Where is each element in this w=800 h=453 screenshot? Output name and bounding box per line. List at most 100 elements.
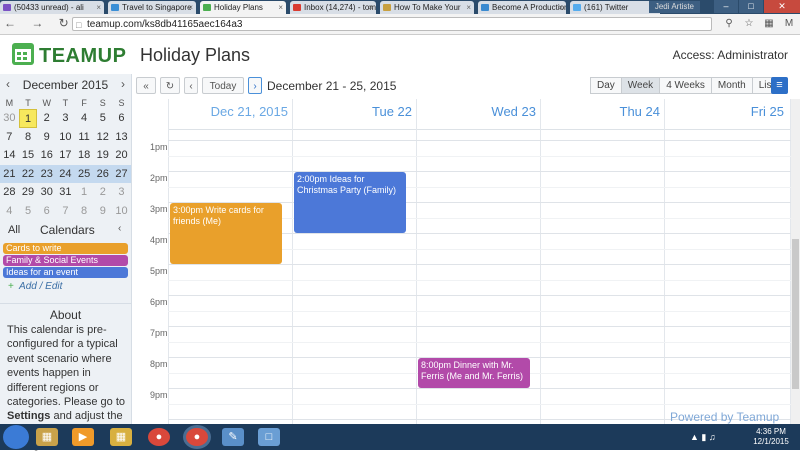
mini-cal-day[interactable]: 29 (19, 183, 38, 202)
calendar-scrollbar[interactable] (791, 99, 800, 434)
browser-tab[interactable]: How To Make Your × (380, 1, 474, 14)
file-explorer-icon[interactable]: ▦ (36, 428, 58, 446)
view-button-month[interactable]: Month (710, 77, 753, 94)
extension-icon[interactable]: ▦ (762, 17, 776, 31)
mini-cal-day[interactable]: 13 (112, 128, 131, 147)
calendar-event[interactable]: 8:00pm Dinner with Mr. Ferris (Me and Mr… (418, 358, 530, 388)
day-header[interactable]: Wed 23 (418, 104, 536, 119)
system-tray-icons[interactable]: ▲ ▮ ♫ (690, 432, 716, 443)
mini-cal-day[interactable]: 30 (0, 109, 19, 128)
mini-cal-day[interactable]: 20 (112, 146, 131, 165)
zoom-icon[interactable]: ⚲ (722, 17, 736, 31)
view-button-day[interactable]: Day (590, 77, 622, 94)
menu-button[interactable]: ≡ (771, 77, 788, 94)
mini-cal-day[interactable]: 2 (93, 183, 112, 202)
mini-cal-day[interactable]: 6 (112, 109, 131, 128)
browser-tab[interactable]: (50433 unread) - ali × (0, 1, 104, 14)
mini-cal-day[interactable]: 6 (37, 202, 56, 221)
browser-user-chip[interactable]: Jedi Artiste (648, 1, 700, 13)
minimize-button[interactable]: – (714, 0, 738, 13)
calendar-item[interactable]: Ideas for an event (3, 267, 128, 278)
day-header[interactable]: Dec 21, 2015 (170, 104, 288, 119)
mini-cal-day[interactable]: 17 (56, 146, 75, 165)
calendar-event[interactable]: 2:00pm Ideas for Christmas Party (Family… (294, 172, 406, 233)
tab-close-icon[interactable]: × (368, 1, 373, 14)
url-input[interactable]: □ teamup.com/ks8db41165aec164a3 (72, 17, 712, 31)
mini-cal-day[interactable]: 5 (93, 109, 112, 128)
mini-cal-day[interactable]: 26 (93, 165, 112, 184)
mini-cal-day[interactable]: 9 (93, 202, 112, 221)
bookmark-star-icon[interactable]: ☆ (742, 17, 756, 31)
mini-cal-day[interactable]: 15 (19, 146, 38, 165)
media-player-icon[interactable]: ▶ (72, 428, 94, 446)
mini-cal-day[interactable]: 18 (75, 146, 94, 165)
day-header[interactable]: Fri 25 (666, 104, 784, 119)
mini-cal-day[interactable]: 3 (56, 109, 75, 128)
mini-cal-day[interactable]: 22 (19, 165, 38, 184)
paint-icon[interactable]: ✎ (222, 428, 244, 446)
mini-cal-day[interactable]: 8 (75, 202, 94, 221)
chrome-icon[interactable]: ● (148, 428, 170, 446)
browser-tab[interactable]: (161) Twitter× (570, 1, 660, 14)
mini-cal-day[interactable]: 8 (19, 128, 38, 147)
browser-nav-buttons[interactable]: ← → ↻ (4, 16, 75, 30)
mini-cal-day[interactable]: 4 (75, 109, 94, 128)
refresh-button[interactable]: ↻ (160, 77, 180, 94)
mini-cal-day[interactable]: 5 (19, 202, 38, 221)
taskbar-clock[interactable]: 4:36 PM 12/1/2015 (748, 427, 794, 447)
mini-cal-day[interactable]: 28 (0, 183, 19, 202)
mini-cal-day[interactable]: 25 (75, 165, 94, 184)
tab-close-icon[interactable]: × (188, 1, 193, 14)
mini-cal-day[interactable]: 1 (18, 109, 38, 128)
mini-cal-day[interactable]: 9 (37, 128, 56, 147)
window-icon[interactable]: □ (258, 428, 280, 446)
tab-close-icon[interactable]: × (466, 1, 471, 14)
mini-cal-day[interactable]: 21 (0, 165, 19, 184)
calendar-item[interactable]: Family & Social Events (3, 255, 128, 266)
start-button-icon[interactable] (3, 425, 29, 449)
collapse-sidebar-button[interactable]: « (136, 77, 156, 94)
settings-link[interactable]: Settings (7, 410, 50, 422)
mini-cal-day[interactable]: 31 (56, 183, 75, 202)
mini-cal-day[interactable]: 10 (112, 202, 131, 221)
calendar-item[interactable]: Cards to write (3, 243, 128, 254)
browser-tab[interactable]: Inbox (14,274) - tom × (290, 1, 376, 14)
mini-cal-day[interactable]: 7 (56, 202, 75, 221)
tab-close-icon[interactable]: × (558, 1, 563, 14)
chrome-active-icon[interactable]: ● (186, 428, 208, 446)
mini-cal-day[interactable]: 23 (37, 165, 56, 184)
mini-cal-day[interactable]: 3 (112, 183, 131, 202)
mini-cal-day[interactable]: 2 (37, 109, 56, 128)
day-header[interactable]: Thu 24 (542, 104, 660, 119)
mini-cal-day[interactable]: 24 (56, 165, 75, 184)
calendar-event[interactable]: 3:00pm Write cards for friends (Me) (170, 203, 282, 264)
powered-by-link[interactable]: Powered by Teamup (670, 410, 779, 424)
browser-tab[interactable]: Travel to Singapore × (108, 1, 196, 14)
browser-tab[interactable]: Become A Production × (478, 1, 566, 14)
mini-cal-day[interactable]: 10 (56, 128, 75, 147)
mini-cal-day[interactable]: 7 (0, 128, 19, 147)
view-button-week[interactable]: Week (620, 77, 661, 94)
browser-tab[interactable]: Holiday Plans × (200, 1, 286, 14)
mini-cal-next-button[interactable]: › (121, 77, 125, 91)
add-edit-calendars-link[interactable]: + Add / Edit (8, 281, 62, 292)
maximize-button[interactable]: □ (739, 0, 763, 13)
view-button-4-weeks[interactable]: 4 Weeks (659, 77, 712, 94)
tab-close-icon[interactable]: × (96, 1, 101, 14)
mini-cal-day[interactable]: 19 (93, 146, 112, 165)
prev-week-button[interactable]: ‹ (184, 77, 198, 94)
scrollbar-thumb[interactable] (792, 239, 799, 389)
calendars-all-toggle[interactable]: All (8, 224, 20, 236)
mini-cal-day[interactable]: 14 (0, 146, 19, 165)
mini-cal-day[interactable]: 30 (37, 183, 56, 202)
mini-cal-day[interactable]: 12 (93, 128, 112, 147)
extension-m-icon[interactable]: M (782, 17, 796, 31)
mini-cal-day[interactable]: 4 (0, 202, 19, 221)
mini-cal-day[interactable]: 1 (75, 183, 94, 202)
mini-cal-day[interactable]: 11 (75, 128, 94, 147)
next-week-button[interactable]: › (248, 77, 262, 94)
day-header[interactable]: Tue 22 (294, 104, 412, 119)
today-button[interactable]: Today (202, 77, 244, 94)
mini-cal-day[interactable]: 16 (37, 146, 56, 165)
folder-icon[interactable]: ▦ (110, 428, 132, 446)
